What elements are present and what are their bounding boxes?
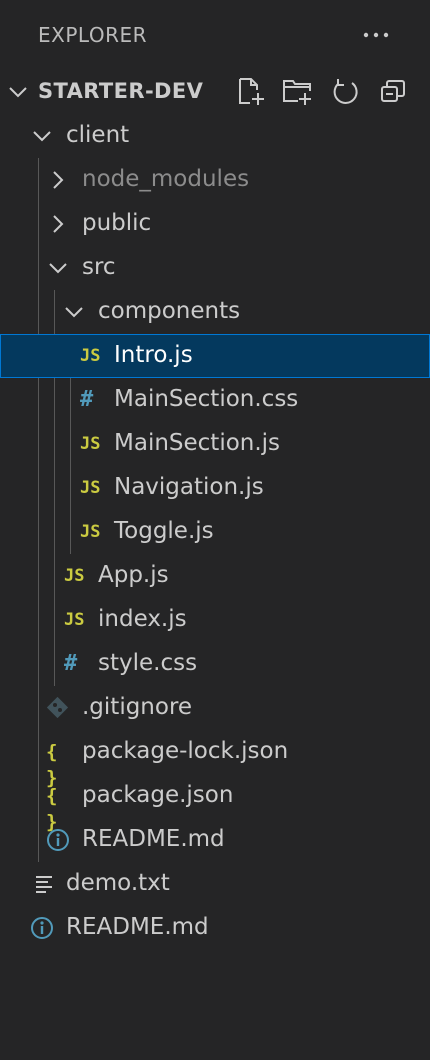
chevron-right-icon[interactable]	[46, 168, 70, 192]
javascript-icon: JS	[80, 478, 101, 498]
chevron-down-icon[interactable]	[30, 124, 54, 148]
tree-item-label: README.md	[66, 914, 209, 940]
javascript-icon: JS	[80, 346, 101, 366]
tree-item-label: demo.txt	[66, 870, 170, 896]
tree-item-label: client	[66, 122, 130, 148]
tree-file-navigation-js[interactable]: JS Navigation.js	[0, 466, 430, 510]
tree-file-gitignore[interactable]: .gitignore	[0, 686, 430, 730]
refresh-icon[interactable]	[330, 76, 360, 106]
new-file-icon[interactable]	[236, 76, 266, 106]
tree-file-client-readme[interactable]: README.md	[0, 818, 430, 862]
text-file-icon	[32, 871, 58, 897]
tree-item-label: style.css	[98, 650, 198, 676]
tree-file-index-js[interactable]: JS index.js	[0, 598, 430, 642]
ellipsis-icon[interactable]	[362, 22, 390, 48]
new-folder-icon[interactable]	[282, 76, 312, 106]
tree-item-label: components	[98, 298, 241, 324]
tree-file-toggle-js[interactable]: JS Toggle.js	[0, 510, 430, 554]
tree-file-package-json[interactable]: { } package.json	[0, 774, 430, 833]
javascript-icon: JS	[80, 434, 101, 454]
tree-item-label: Toggle.js	[114, 518, 214, 544]
tree-file-package-lock-json[interactable]: { } package-lock.json	[0, 730, 430, 789]
tree-item-label: package-lock.json	[82, 738, 289, 764]
chevron-down-icon[interactable]	[6, 80, 30, 104]
javascript-icon: JS	[80, 522, 101, 542]
javascript-icon: JS	[64, 566, 85, 586]
json-icon: { }	[46, 785, 57, 833]
css-icon: #	[80, 387, 94, 412]
info-icon	[30, 915, 56, 941]
tree-file-app-js[interactable]: JS App.js	[0, 554, 430, 598]
tree-folder-public[interactable]: public	[0, 202, 430, 246]
tree-item-label: App.js	[98, 562, 169, 588]
tree-folder-client[interactable]: client	[0, 114, 430, 158]
tree-item-label: Navigation.js	[114, 474, 264, 500]
tree-item-label: Intro.js	[114, 342, 193, 368]
chevron-right-icon[interactable]	[46, 212, 70, 236]
chevron-down-icon[interactable]	[46, 256, 70, 280]
tree-item-label: node_modules	[82, 166, 250, 192]
javascript-icon: JS	[64, 610, 85, 630]
collapse-all-icon[interactable]	[378, 76, 408, 106]
tree-item-label: index.js	[98, 606, 187, 632]
tree-item-label: MainSection.js	[114, 430, 281, 456]
tree-folder-components[interactable]: components	[0, 290, 430, 334]
json-icon: { }	[46, 741, 57, 789]
tree-item-label: src	[82, 254, 116, 280]
tree-file-mainsection-css[interactable]: # MainSection.css	[0, 378, 430, 422]
tree-file-style-css[interactable]: # style.css	[0, 642, 430, 686]
tree-item-label: MainSection.css	[114, 386, 299, 412]
tree-item-label: .gitignore	[82, 694, 193, 720]
tree-item-label: package.json	[82, 782, 234, 808]
tree-item-label: public	[82, 210, 152, 236]
explorer-header: EXPLORER	[0, 0, 430, 70]
tree-file-root-readme[interactable]: README.md	[0, 906, 430, 950]
css-icon: #	[64, 651, 78, 676]
chevron-down-icon[interactable]	[62, 300, 86, 324]
tree-folder-src[interactable]: src	[0, 246, 430, 290]
tree-item-label: README.md	[82, 826, 225, 852]
tree-file-intro-js[interactable]: JS Intro.js	[0, 334, 430, 378]
info-icon	[46, 827, 72, 853]
tree-file-mainsection-js[interactable]: JS MainSection.js	[0, 422, 430, 466]
explorer-title: EXPLORER	[38, 23, 147, 47]
workspace-name: STARTER-DEV	[38, 79, 204, 103]
tree-file-demo-txt[interactable]: demo.txt	[0, 862, 430, 906]
workspace-section-header[interactable]: STARTER-DEV	[0, 70, 430, 114]
git-icon	[46, 695, 72, 721]
tree-folder-node-modules[interactable]: node_modules	[0, 158, 430, 202]
